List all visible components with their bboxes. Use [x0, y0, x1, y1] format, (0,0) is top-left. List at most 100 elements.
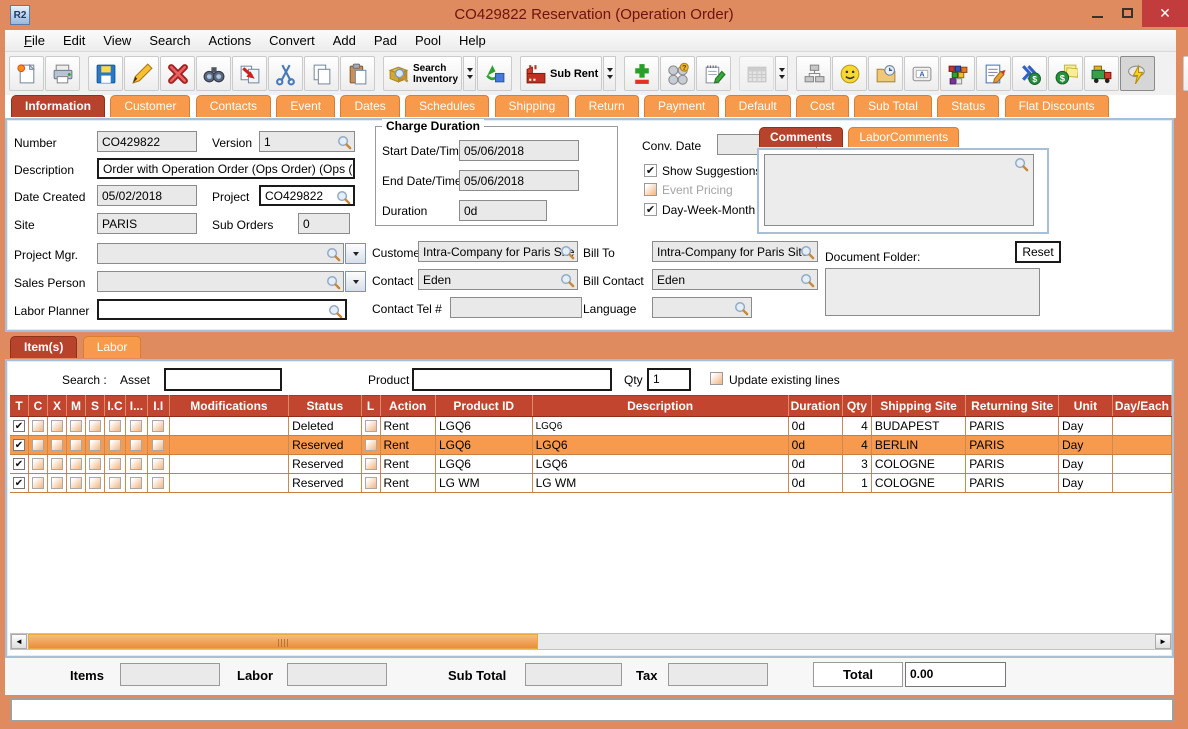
row-checkbox[interactable]: [13, 439, 25, 451]
col-x[interactable]: X: [48, 396, 67, 417]
find-button[interactable]: [196, 56, 231, 91]
labor-planner-field[interactable]: [97, 299, 347, 320]
col-ic[interactable]: I.C: [105, 396, 126, 417]
row-checkbox[interactable]: [70, 477, 82, 489]
search-inventory-button[interactable]: SearchInventory: [383, 56, 462, 91]
row-checkbox[interactable]: [32, 458, 44, 470]
print-button[interactable]: [45, 56, 80, 91]
tab-payment[interactable]: Payment: [644, 95, 719, 117]
tab-information[interactable]: Information: [11, 95, 105, 117]
comments-textarea[interactable]: [764, 154, 1034, 226]
start-date-field[interactable]: 05/06/2018: [459, 140, 579, 161]
row-checkbox[interactable]: [89, 477, 101, 489]
tab-labor[interactable]: Labor: [83, 336, 142, 358]
calendar-dropdown[interactable]: [775, 56, 788, 91]
rate-transfer-button[interactable]: $: [1012, 56, 1047, 91]
crew-notes-button[interactable]: [696, 56, 731, 91]
shapes-button[interactable]: [477, 56, 512, 91]
copy-order-button[interactable]: [232, 56, 267, 91]
row-checkbox[interactable]: [51, 458, 63, 470]
col-m[interactable]: M: [67, 396, 86, 417]
row-checkbox[interactable]: [51, 420, 63, 432]
row-checkbox[interactable]: [152, 477, 164, 489]
tab-shipping[interactable]: Shipping: [495, 95, 570, 117]
product-input[interactable]: [412, 368, 612, 391]
paste-button[interactable]: [340, 56, 375, 91]
duration-field[interactable]: 0d: [459, 200, 547, 221]
row-checkbox[interactable]: [365, 458, 377, 470]
sales-person-dropdown[interactable]: [345, 271, 366, 292]
col-product-id[interactable]: Product ID: [435, 396, 532, 417]
delete-button[interactable]: [160, 56, 195, 91]
copy-button[interactable]: [304, 56, 339, 91]
menu-add[interactable]: Add: [324, 31, 365, 50]
exit-button[interactable]: EXIT: [1183, 56, 1188, 91]
row-checkbox[interactable]: [130, 439, 142, 451]
row-checkbox[interactable]: [109, 477, 121, 489]
row-checkbox[interactable]: [365, 439, 377, 451]
search-icon[interactable]: [1014, 157, 1029, 172]
row-checkbox[interactable]: [109, 420, 121, 432]
menu-file[interactable]: File: [15, 31, 54, 50]
date-created-field[interactable]: 05/02/2018: [97, 185, 197, 206]
search-icon[interactable]: [560, 245, 575, 260]
col-returning-site[interactable]: Returning Site: [966, 396, 1059, 417]
search-icon[interactable]: [734, 301, 749, 316]
minimize-button[interactable]: [1082, 0, 1112, 26]
sales-person-field[interactable]: [97, 271, 344, 292]
transport-button[interactable]: [1084, 56, 1119, 91]
reset-button[interactable]: Reset: [1015, 241, 1061, 263]
calendar-button[interactable]: [739, 56, 774, 91]
project-mgr-dropdown[interactable]: [345, 243, 366, 264]
sub-rent-dropdown[interactable]: [603, 56, 616, 91]
quick-actions-button[interactable]: [1120, 56, 1155, 91]
save-button[interactable]: [88, 56, 123, 91]
search-icon[interactable]: [800, 245, 815, 260]
row-checkbox[interactable]: [152, 458, 164, 470]
search-icon[interactable]: [328, 304, 343, 319]
tab-event[interactable]: Event: [276, 95, 335, 117]
tab-sub-total[interactable]: Sub Total: [854, 95, 932, 117]
table-row[interactable]: Deleted Rent LGQ6 LGQ6 0d 4 BUDAPEST PAR…: [10, 417, 1172, 436]
menu-edit[interactable]: Edit: [54, 31, 94, 50]
scroll-left-button[interactable]: ◄: [11, 634, 27, 649]
horizontal-scrollbar[interactable]: ◄ ►: [10, 633, 1172, 650]
tab-status[interactable]: Status: [937, 95, 999, 117]
search-icon[interactable]: [326, 275, 341, 290]
tab-labor-comments[interactable]: LaborComments: [848, 127, 959, 147]
row-checkbox[interactable]: [89, 439, 101, 451]
row-checkbox[interactable]: [13, 458, 25, 470]
col-description[interactable]: Description: [532, 396, 788, 417]
edit-button[interactable]: [124, 56, 159, 91]
row-checkbox[interactable]: [365, 420, 377, 432]
col-ii[interactable]: I.I: [147, 396, 169, 417]
row-checkbox[interactable]: [89, 458, 101, 470]
col-action[interactable]: Action: [380, 396, 435, 417]
col-status[interactable]: Status: [289, 396, 361, 417]
col-modifications[interactable]: Modifications: [169, 396, 288, 417]
tab-return[interactable]: Return: [575, 95, 639, 117]
row-checkbox[interactable]: [130, 458, 142, 470]
sub-rent-button[interactable]: Sub Rent: [520, 56, 602, 91]
col-shipping-site[interactable]: Shipping Site: [871, 396, 965, 417]
dollar-notes-button[interactable]: $: [1048, 56, 1083, 91]
document-folder-box[interactable]: [825, 268, 1040, 316]
col-qty[interactable]: Qty: [842, 396, 871, 417]
table-row-selected[interactable]: Reserved Rent LGQ6 LGQ6 0d 4 BERLIN PARI…: [10, 436, 1172, 455]
tab-default[interactable]: Default: [725, 95, 791, 117]
edit-notes-button[interactable]: [976, 56, 1011, 91]
happy-customer-button[interactable]: [832, 56, 867, 91]
menu-pool[interactable]: Pool: [406, 31, 450, 50]
row-checkbox[interactable]: [51, 477, 63, 489]
row-checkbox[interactable]: [89, 420, 101, 432]
show-suggestions-checkbox[interactable]: [644, 164, 657, 177]
col-t[interactable]: T: [10, 396, 29, 417]
tab-contacts[interactable]: Contacts: [196, 95, 271, 117]
menu-actions[interactable]: Actions: [200, 31, 261, 50]
scrollbar-thumb[interactable]: [28, 634, 538, 649]
row-checkbox[interactable]: [70, 458, 82, 470]
row-checkbox[interactable]: [13, 420, 25, 432]
row-checkbox[interactable]: [32, 477, 44, 489]
row-checkbox[interactable]: [70, 439, 82, 451]
bill-to-field[interactable]: Intra-Company for Paris Site: [652, 241, 818, 262]
